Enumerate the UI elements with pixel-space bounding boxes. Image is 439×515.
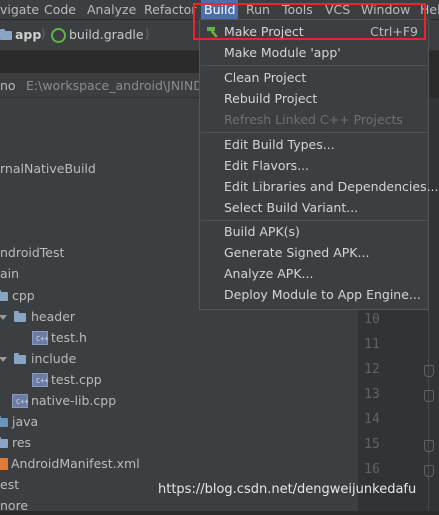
watermark-text: https://blog.csdn.net/dengweijunkedafu — [158, 482, 417, 497]
menu-item-label: Make Module 'app' — [224, 45, 341, 60]
tree-row-label: ain — [0, 266, 20, 281]
tree-row-include[interactable]: include — [0, 350, 140, 368]
fold-marker-icon[interactable] — [424, 440, 434, 452]
menu-item-label: Select Build Variant... — [224, 200, 359, 215]
tree-row-test-h[interactable]: C++ test.h — [0, 329, 140, 347]
tree-row-java[interactable]: java — [0, 413, 120, 431]
gradle-icon — [51, 28, 66, 43]
folder-icon — [0, 290, 8, 301]
menu-item-label: Refresh Linked C++ Projects — [224, 112, 403, 127]
project-path: E:\workspace_android\JNINDK — [26, 78, 212, 93]
folder-icon — [14, 353, 26, 364]
breadcrumb-separator-icon: ⟩ — [145, 26, 150, 41]
tree-row-androidmanifest[interactable]: AndroidManifest.xml — [0, 455, 160, 473]
tree-row-label: java — [12, 414, 39, 429]
menu-item-clean-project[interactable]: Clean Project — [200, 67, 428, 88]
menu-item-label: Rebuild Project — [224, 91, 318, 106]
project-name: no — [0, 78, 16, 93]
expand-arrow-icon[interactable] — [0, 315, 7, 320]
menu-item-rebuild-project[interactable]: Rebuild Project — [200, 88, 428, 109]
tree-row-cpp[interactable]: cpp — [0, 287, 120, 305]
tree-row-label: header — [31, 309, 76, 324]
breadcrumb-file[interactable]: build.gradle — [69, 27, 144, 42]
menu-item-label: Deploy Module to App Engine... — [224, 287, 421, 302]
tree-row-label: native-lib.cpp — [31, 393, 117, 408]
menu-item-label: Edit Flavors... — [224, 158, 310, 173]
menu-item-label: Analyze APK... — [224, 266, 314, 281]
menu-item-label: Generate Signed APK... — [224, 245, 370, 260]
tree-row-label: test.cpp — [51, 372, 102, 387]
fold-marker-icon[interactable] — [424, 465, 434, 477]
tree-row-label: ndroidTest — [0, 245, 65, 260]
file-type-icon: C++ — [36, 335, 49, 343]
menu-item-refresh-cpp: Refresh Linked C++ Projects — [200, 109, 428, 130]
resource-folder-icon — [0, 437, 8, 448]
fold-marker-icon[interactable] — [424, 390, 434, 402]
cpp-file-icon: C++ — [32, 373, 49, 387]
menu-item-build-apks[interactable]: Build APK(s) — [200, 221, 428, 242]
menu-item-label: Edit Libraries and Dependencies... — [224, 179, 439, 194]
tree-row-label: cpp — [12, 288, 35, 303]
expand-arrow-icon[interactable] — [0, 357, 7, 362]
tree-row-externalnativebuild[interactable]: rnalNativeBuild — [0, 160, 96, 178]
breadcrumb-module[interactable]: app — [15, 27, 41, 42]
tree-row-gitignore[interactable]: nore — [0, 497, 28, 515]
file-type-icon: C++ — [36, 377, 49, 385]
tree-row-label: est — [0, 477, 20, 492]
menu-item-label: Build APK(s) — [224, 224, 300, 239]
menu-item-label: Clean Project — [224, 70, 307, 85]
line-number: 11 — [364, 337, 380, 352]
breadcrumb-separator-icon: ⟩ — [41, 26, 46, 41]
source-folder-icon — [0, 416, 8, 427]
line-number: 10 — [364, 312, 380, 327]
highlight-annotation-box — [193, 3, 426, 40]
menu-navigate[interactable]: vigate — [0, 2, 39, 17]
menu-item-edit-build-types[interactable]: Edit Build Types... — [200, 134, 428, 155]
line-number: 14 — [364, 412, 380, 427]
line-number: 16 — [364, 462, 380, 477]
menu-item-deploy-module[interactable]: Deploy Module to App Engine... — [200, 284, 428, 305]
module-folder-icon — [0, 29, 12, 40]
menu-item-edit-libraries[interactable]: Edit Libraries and Dependencies... — [200, 176, 439, 197]
menu-code[interactable]: Code — [44, 2, 76, 17]
menu-item-label: Edit Build Types... — [224, 137, 335, 152]
tree-row-test-cpp[interactable]: C++ test.cpp — [0, 371, 140, 389]
project-header: no E:\workspace_android\JNINDK — [0, 73, 211, 98]
menu-item-select-build-variant[interactable]: Select Build Variant... — [200, 197, 428, 218]
menu-item-generate-signed-apk[interactable]: Generate Signed APK... — [200, 242, 428, 263]
c-header-file-icon: C++ — [32, 331, 49, 345]
tree-row-res[interactable]: res — [0, 434, 120, 452]
folder-icon — [14, 311, 26, 322]
xml-file-icon — [0, 458, 8, 470]
menu-item-edit-flavors[interactable]: Edit Flavors... — [200, 155, 428, 176]
menu-separator — [201, 65, 427, 66]
menu-separator — [201, 132, 427, 133]
cpp-file-icon: C++ — [12, 394, 29, 408]
line-number: 13 — [364, 387, 380, 402]
menu-item-make-module[interactable]: Make Module 'app' — [200, 42, 428, 63]
menu-analyze[interactable]: Analyze — [87, 2, 136, 17]
file-type-icon: C++ — [16, 398, 29, 406]
line-number: 15 — [364, 437, 380, 452]
tree-row-label: rnalNativeBuild — [0, 161, 96, 176]
tree-row-label: res — [12, 435, 32, 450]
tree-row-main[interactable]: ain — [0, 265, 19, 283]
tree-row-test[interactable]: est — [0, 476, 19, 494]
line-number: 12 — [364, 362, 380, 377]
tree-row-native-lib-cpp[interactable]: C++ native-lib.cpp — [0, 392, 140, 410]
fold-marker-icon[interactable] — [424, 365, 434, 377]
tree-row-label: AndroidManifest.xml — [11, 456, 140, 471]
tree-row-label: test.h — [51, 330, 87, 345]
tree-row-header[interactable]: header — [0, 308, 140, 326]
menu-item-analyze-apk[interactable]: Analyze APK... — [200, 263, 428, 284]
tree-row-androidtest[interactable]: ndroidTest — [0, 244, 64, 262]
menu-refactor[interactable]: Refactor — [144, 2, 196, 17]
build-menu-dropdown: Make Project Ctrl+F9 Make Module 'app' C… — [199, 19, 439, 310]
tree-row-label: include — [31, 351, 77, 366]
